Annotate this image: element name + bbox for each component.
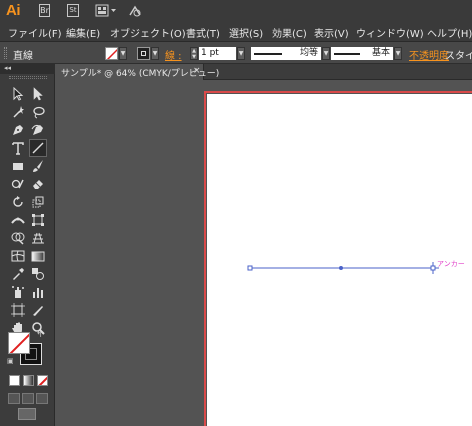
tools-panel-header: ◂◂ [0, 64, 55, 74]
stroke-swatch[interactable] [137, 47, 150, 60]
stroke-weight-dropdown-icon[interactable]: ▼ [237, 47, 245, 60]
document-tab-bar: サンプル* @ 64% (CMYK/プレビュー) × [56, 64, 472, 80]
opacity-label[interactable]: 不透明度 [409, 47, 449, 62]
free-transform-tool-icon[interactable] [30, 212, 46, 228]
pen-tool-icon[interactable] [10, 122, 26, 138]
selection-type-label: 直線 [13, 51, 33, 62]
fill-dropdown-icon[interactable]: ▼ [119, 47, 127, 60]
artboard-border [204, 91, 472, 426]
smart-guide-label: アンカー [437, 260, 465, 268]
menu-select[interactable]: 選択(S) [229, 25, 263, 40]
document-tab[interactable]: サンプル* @ 64% (CMYK/プレビュー) × [56, 64, 219, 80]
eraser-tool-icon[interactable] [30, 176, 46, 192]
menu-bar: ファイル(F) 編集(E) オブジェクト(O) 書式(T) 選択(S) 効果(C… [0, 22, 472, 42]
tools-panel: ◂◂ ↰ ▣ [0, 64, 55, 426]
menu-effect[interactable]: 効果(C) [272, 25, 307, 40]
brush-dropdown-icon[interactable]: ▼ [394, 47, 402, 60]
stroke-weight-stepper[interactable]: ▲ ▼ [190, 47, 198, 60]
draw-normal-icon[interactable] [8, 393, 20, 404]
bridge-icon[interactable]: Br [39, 4, 50, 17]
artboard-tool-icon[interactable] [10, 302, 26, 318]
title-bar: Ai Br St [0, 0, 472, 22]
collapse-icon[interactable]: ◂◂ [4, 64, 11, 72]
scale-tool-icon[interactable] [30, 194, 46, 210]
direct-selection-tool-icon[interactable] [30, 86, 46, 102]
gradient-tool-icon[interactable] [30, 248, 46, 264]
blend-tool-icon[interactable] [30, 266, 46, 282]
gradient-mode-icon[interactable] [23, 375, 34, 386]
column-graph-tool-icon[interactable] [30, 284, 46, 300]
default-fill-stroke-icon[interactable]: ▣ [7, 357, 14, 365]
draw-inside-icon[interactable] [36, 393, 48, 404]
rectangle-tool-icon[interactable] [10, 158, 26, 174]
arrange-documents-icon[interactable] [95, 4, 117, 17]
stock-icon[interactable]: St [67, 4, 79, 17]
profile-dropdown-icon[interactable]: ▼ [322, 47, 330, 60]
variable-width-profile-select[interactable]: 均等 [251, 47, 321, 60]
menu-object[interactable]: オブジェクト(O) [110, 25, 186, 40]
app-logo: Ai [6, 2, 21, 19]
none-mode-icon[interactable] [37, 375, 48, 386]
menu-help[interactable]: ヘルプ(H) [427, 25, 472, 40]
slice-tool-icon[interactable] [30, 302, 46, 318]
close-icon[interactable]: × [193, 66, 201, 76]
swap-fill-stroke-icon[interactable]: ↰ [36, 330, 43, 339]
brush-value: 基本 [371, 48, 390, 58]
lasso-tool-icon[interactable] [30, 104, 46, 120]
stroke-dropdown-icon[interactable]: ▼ [151, 47, 159, 60]
rotate-tool-icon[interactable] [10, 194, 26, 210]
fill-swatch[interactable] [105, 47, 118, 60]
eyedropper-tool-icon[interactable] [10, 266, 26, 282]
color-mode-icon[interactable] [9, 375, 20, 386]
shaper-tool-icon[interactable] [10, 176, 26, 192]
menu-edit[interactable]: 編集(E) [66, 25, 100, 40]
control-bar: 直線 ▼ ▼ 線 : ▲▼ 1 pt ▼ 均等 ▼ 基本 ▼ 不透明度 スタイル [0, 42, 472, 64]
profile-value: 均等 [299, 48, 318, 58]
menu-view[interactable]: 表示(V) [314, 25, 349, 40]
menu-window[interactable]: ウィンドウ(W) [356, 25, 424, 40]
brush-definition-select[interactable]: 基本 [331, 47, 393, 60]
mesh-tool-icon[interactable] [10, 248, 26, 264]
curvature-tool-icon[interactable] [30, 122, 46, 138]
menu-file[interactable]: ファイル(F) [8, 25, 62, 40]
stroke-weight-label[interactable]: 線 : [165, 47, 182, 62]
type-tool-icon[interactable] [10, 140, 26, 156]
screen-mode-icon[interactable] [18, 408, 36, 420]
stroke-weight-field[interactable]: 1 pt [199, 47, 236, 60]
width-tool-icon[interactable] [10, 212, 26, 228]
shape-builder-tool-icon[interactable] [10, 230, 26, 246]
symbol-sprayer-tool-icon[interactable] [10, 284, 26, 300]
draw-behind-icon[interactable] [22, 393, 34, 404]
magic-wand-tool-icon[interactable] [10, 104, 26, 120]
line-segment-tool-icon[interactable] [29, 139, 47, 157]
tools-panel-grip[interactable] [9, 76, 47, 79]
gpu-performance-icon[interactable] [128, 4, 142, 17]
style-label[interactable]: スタイル [445, 47, 472, 62]
perspective-grid-tool-icon[interactable] [30, 230, 46, 246]
paintbrush-tool-icon[interactable] [30, 158, 46, 174]
control-bar-grip[interactable] [4, 47, 7, 59]
fill-color-box[interactable] [8, 332, 30, 354]
selection-tool-icon[interactable] [10, 86, 26, 102]
menu-type[interactable]: 書式(T) [186, 25, 220, 40]
canvas-area[interactable] [56, 80, 472, 426]
